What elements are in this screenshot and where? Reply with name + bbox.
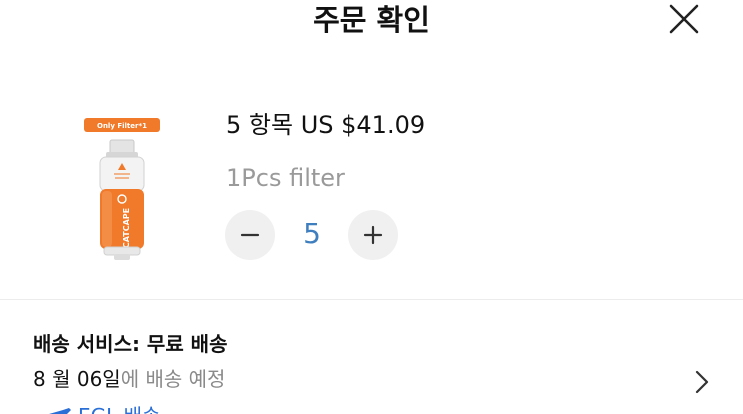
airplane-icon [49,408,71,414]
variant-label: 1Pcs filter [226,164,345,192]
product-image-badge-text: Only Filter*1 [97,122,147,130]
close-icon [669,4,699,34]
header: 주문 확인 [0,0,743,44]
item-count: 5 항목 [226,111,294,139]
close-button[interactable] [660,0,708,40]
product-image-brand-text: CATCAPE [122,208,131,248]
shipping-option-row[interactable]: 배송 서비스: 무료 배송 8 월 06일에 배송 예정 EGL 배송 [0,300,743,414]
delivery-date: 8 월 06일 [33,367,121,391]
total-price: US $41.09 [300,111,426,139]
increase-quantity-button[interactable] [348,210,398,260]
price-summary: 5 항목 US $41.09 [226,109,425,141]
page-title: 주문 확인 [313,3,430,37]
minus-icon [240,233,260,237]
order-confirm-sheet: 주문 확인 Only Filter*1 CATCAPE 5 항목 US $41.… [0,0,743,414]
delivery-estimate: 8 월 06일에 배송 예정 [33,365,225,393]
product-image: Only Filter*1 CATCAPE [72,110,172,270]
chevron-right-icon [695,370,709,394]
shipping-service-label: 배송 서비스: 무료 배송 [33,332,228,356]
delivery-date-suffix: 에 배송 예정 [120,367,226,391]
carrier-name: EGL 배송 [78,402,160,414]
quantity-value[interactable]: 5 [282,214,342,254]
plus-icon [363,225,383,245]
decrease-quantity-button[interactable] [225,210,275,260]
